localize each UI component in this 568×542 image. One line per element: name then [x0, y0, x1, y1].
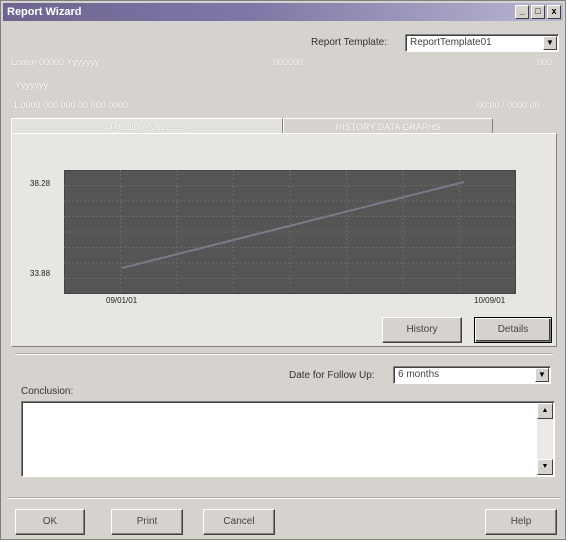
- info-line1-mid: 000000: [273, 57, 304, 67]
- title-bar[interactable]: Report Wizard _ □ x: [3, 3, 563, 21]
- y-tick-label-min: 33.88: [30, 269, 51, 278]
- conclusion-label: Conclusion:: [21, 386, 74, 397]
- chart-plot-area: [64, 170, 516, 294]
- print-button[interactable]: Print: [111, 509, 183, 535]
- history-button[interactable]: History: [382, 317, 462, 343]
- scroll-up-icon[interactable]: ▲: [537, 403, 553, 419]
- follow-up-dropdown[interactable]: 6 months ▼: [393, 366, 551, 384]
- ok-button[interactable]: OK: [15, 509, 85, 535]
- follow-up-value: 6 months: [398, 369, 440, 380]
- details-button[interactable]: Details: [474, 317, 552, 343]
- help-button[interactable]: Help: [485, 509, 557, 535]
- vertical-scrollbar[interactable]: ▲ ▼: [537, 403, 553, 475]
- tab-trend-analysis[interactable]: TREND ANALYSIS: [11, 118, 283, 134]
- x-tick-label-start: 09/01/01: [106, 296, 138, 305]
- chevron-down-icon[interactable]: ▼: [535, 368, 549, 382]
- info-line1-right: 000: [537, 57, 553, 67]
- window-title: Report Wizard: [7, 6, 82, 18]
- info-line1-left: Lorem 00000 Yyyyyyy: [11, 57, 100, 67]
- tab-history-data-graphs[interactable]: HISTORY DATA GRAPHS: [283, 118, 493, 134]
- section-divider: [15, 353, 553, 355]
- report-template-dropdown[interactable]: ReportTemplate01 ▼: [405, 34, 559, 52]
- footer-divider: [7, 497, 561, 499]
- chevron-down-icon[interactable]: ▼: [543, 36, 557, 50]
- trend-analysis-panel: 38.28 33.88 09/01/01 10/09/01 History De…: [11, 133, 557, 347]
- follow-up-label: Date for Follow Up:: [289, 370, 375, 381]
- trend-chart: 38.28 33.88 09/01/01 10/09/01: [22, 170, 552, 310]
- window-controls: _ □ x: [515, 5, 561, 19]
- info-line3-left: 1 0000 000 000 00 000 0000: [13, 100, 129, 110]
- maximize-button[interactable]: □: [531, 5, 545, 19]
- close-button[interactable]: x: [547, 5, 561, 19]
- y-tick-label-max: 38.28: [30, 179, 51, 188]
- cancel-button[interactable]: Cancel: [203, 509, 275, 535]
- x-tick-label-end: 10/09/01: [474, 296, 506, 305]
- info-line3-right: 00:00 / 0000 00: [477, 100, 540, 110]
- tab-strip: TREND ANALYSIS HISTORY DATA GRAPHS: [11, 118, 557, 134]
- minimize-button[interactable]: _: [515, 5, 529, 19]
- report-wizard-window: Report Wizard _ □ x Report Template: Rep…: [0, 0, 566, 540]
- scroll-down-icon[interactable]: ▼: [537, 459, 553, 475]
- info-line2: Yyyyyyy: [15, 80, 49, 90]
- report-template-value: ReportTemplate01: [410, 37, 492, 48]
- conclusion-textarea[interactable]: ▲ ▼: [21, 401, 555, 477]
- report-template-label: Report Template:: [311, 37, 387, 48]
